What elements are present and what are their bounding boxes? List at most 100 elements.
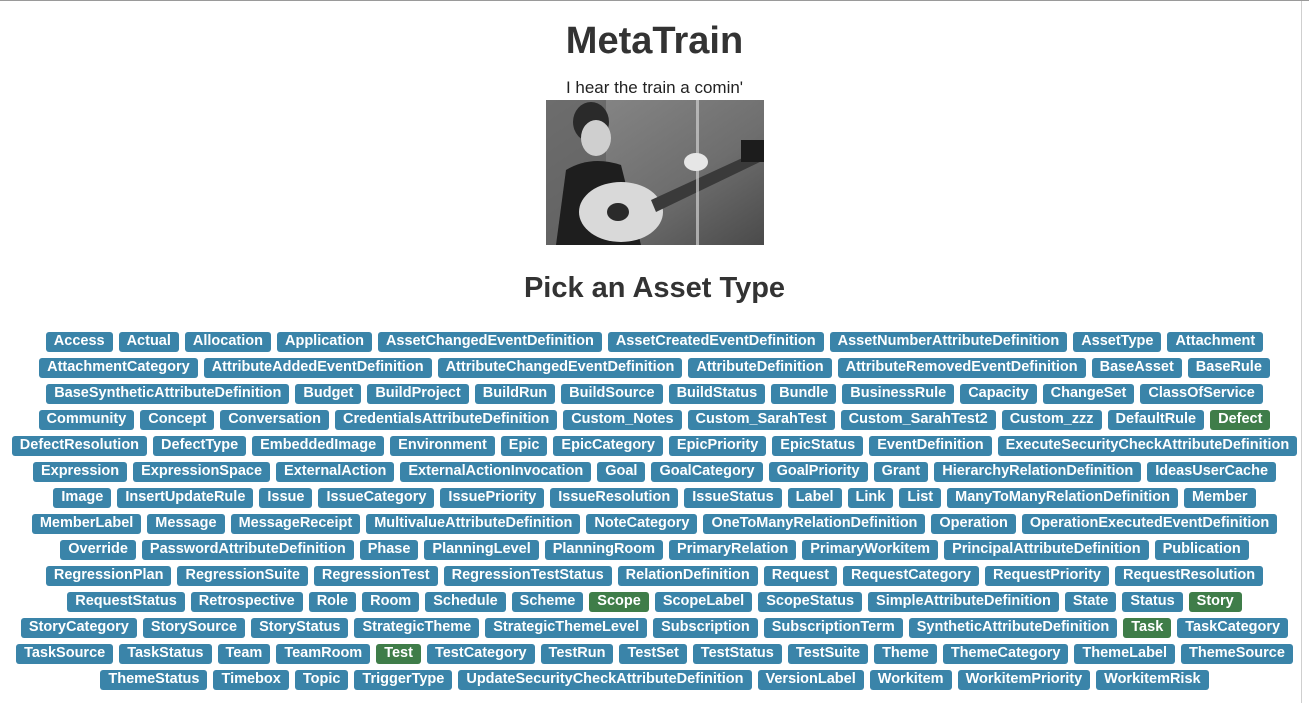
asset-type-badge[interactable]: EpicCategory	[553, 436, 663, 457]
asset-type-badge[interactable]: TaskStatus	[119, 644, 212, 665]
asset-type-badge[interactable]: Custom_Notes	[563, 410, 682, 431]
asset-type-badge[interactable]: HierarchyRelationDefinition	[934, 462, 1142, 483]
asset-type-badge[interactable]: PrincipalAttributeDefinition	[944, 540, 1149, 561]
asset-type-badge[interactable]: Subscription	[653, 618, 758, 639]
asset-type-badge[interactable]: Capacity	[960, 384, 1037, 405]
asset-type-badge[interactable]: GoalPriority	[768, 462, 868, 483]
asset-type-badge[interactable]: MemberLabel	[31, 514, 142, 535]
asset-type-badge[interactable]: Custom_SarahTest	[687, 410, 835, 431]
asset-type-badge[interactable]: ThemeCategory	[942, 644, 1069, 665]
asset-type-badge[interactable]: Concept	[140, 410, 215, 431]
asset-type-badge[interactable]: AssetCreatedEventDefinition	[607, 332, 824, 353]
asset-type-badge[interactable]: InsertUpdateRule	[117, 488, 254, 509]
asset-type-badge[interactable]: Allocation	[184, 332, 271, 353]
asset-type-badge[interactable]: DefectResolution	[11, 436, 148, 457]
asset-type-badge[interactable]: EmbeddedImage	[252, 436, 385, 457]
asset-type-badge[interactable]: Budget	[295, 384, 362, 405]
asset-type-badge[interactable]: ExternalAction	[276, 462, 395, 483]
asset-type-badge[interactable]: ClassOfService	[1140, 384, 1263, 405]
asset-type-badge[interactable]: RegressionTestStatus	[443, 566, 612, 587]
asset-type-badge[interactable]: PasswordAttributeDefinition	[141, 540, 354, 561]
asset-type-badge[interactable]: AttributeDefinition	[688, 358, 832, 379]
asset-type-badge[interactable]: Scheme	[511, 592, 584, 613]
asset-type-badge[interactable]: ThemeSource	[1181, 644, 1293, 665]
asset-type-badge[interactable]: Custom_zzz	[1001, 410, 1102, 431]
asset-type-badge[interactable]: StorySource	[142, 618, 246, 639]
asset-type-badge[interactable]: Status	[1122, 592, 1183, 613]
asset-type-badge[interactable]: PrimaryRelation	[669, 540, 797, 561]
asset-type-badge[interactable]: BusinessRule	[842, 384, 955, 405]
asset-type-badge[interactable]: BuildProject	[367, 384, 469, 405]
asset-type-badge[interactable]: PlanningRoom	[544, 540, 664, 561]
asset-type-badge[interactable]: DefaultRule	[1107, 410, 1205, 431]
asset-type-badge[interactable]: EpicStatus	[772, 436, 864, 457]
asset-type-badge[interactable]: StrategicThemeLevel	[485, 618, 648, 639]
asset-type-badge[interactable]: ScopeLabel	[654, 592, 753, 613]
asset-type-badge[interactable]: RequestPriority	[985, 566, 1109, 587]
asset-type-badge[interactable]: Bundle	[771, 384, 837, 405]
asset-type-badge[interactable]: Issue	[259, 488, 313, 509]
asset-type-badge[interactable]: BaseAsset	[1091, 358, 1182, 379]
asset-type-badge[interactable]: AssetNumberAttributeDefinition	[829, 332, 1068, 353]
asset-type-badge[interactable]: StoryCategory	[20, 618, 137, 639]
asset-type-badge[interactable]: IssueStatus	[684, 488, 782, 509]
asset-type-badge[interactable]: ExternalActionInvocation	[400, 462, 592, 483]
asset-type-badge[interactable]: Topic	[294, 670, 349, 691]
asset-type-badge[interactable]: PrimaryWorkitem	[802, 540, 939, 561]
asset-type-badge[interactable]: EpicPriority	[668, 436, 767, 457]
asset-type-badge[interactable]: IssuePriority	[440, 488, 545, 509]
asset-type-badge[interactable]: Story	[1188, 592, 1242, 613]
asset-type-badge[interactable]: DefectType	[153, 436, 247, 457]
asset-type-badge[interactable]: Label	[787, 488, 842, 509]
asset-type-badge[interactable]: Community	[38, 410, 135, 431]
asset-type-badge[interactable]: OperationExecutedEventDefinition	[1021, 514, 1278, 535]
asset-type-badge[interactable]: Test	[376, 644, 421, 665]
asset-type-badge[interactable]: AttributeRemovedEventDefinition	[837, 358, 1086, 379]
asset-type-badge[interactable]: BuildSource	[561, 384, 663, 405]
asset-type-badge[interactable]: RelationDefinition	[617, 566, 758, 587]
asset-type-badge[interactable]: Image	[53, 488, 112, 509]
asset-type-badge[interactable]: TaskCategory	[1177, 618, 1289, 639]
asset-type-badge[interactable]: Application	[277, 332, 372, 353]
asset-type-badge[interactable]: Task	[1123, 618, 1172, 639]
asset-type-badge[interactable]: IssueResolution	[550, 488, 679, 509]
asset-type-badge[interactable]: Message	[147, 514, 225, 535]
asset-type-badge[interactable]: Member	[1183, 488, 1256, 509]
asset-type-badge[interactable]: IdeasUserCache	[1147, 462, 1277, 483]
asset-type-badge[interactable]: SimpleAttributeDefinition	[868, 592, 1059, 613]
asset-type-badge[interactable]: ExpressionSpace	[133, 462, 271, 483]
asset-type-badge[interactable]: TestRun	[540, 644, 614, 665]
asset-type-badge[interactable]: Operation	[931, 514, 1016, 535]
asset-type-badge[interactable]: NoteCategory	[586, 514, 698, 535]
asset-type-badge[interactable]: Environment	[390, 436, 495, 457]
asset-type-badge[interactable]: BaseSyntheticAttributeDefinition	[46, 384, 290, 405]
asset-type-badge[interactable]: Goal	[597, 462, 646, 483]
vertical-scrollbar[interactable]	[1301, 1, 1309, 703]
asset-type-badge[interactable]: UpdateSecurityCheckAttributeDefinition	[458, 670, 752, 691]
asset-type-badge[interactable]: SubscriptionTerm	[763, 618, 903, 639]
asset-type-badge[interactable]: AttributeAddedEventDefinition	[203, 358, 432, 379]
asset-type-badge[interactable]: Expression	[32, 462, 128, 483]
asset-type-badge[interactable]: TriggerType	[354, 670, 453, 691]
asset-type-badge[interactable]: ChangeSet	[1042, 384, 1135, 405]
asset-type-badge[interactable]: Attachment	[1167, 332, 1264, 353]
asset-type-badge[interactable]: TestCategory	[426, 644, 535, 665]
asset-type-badge[interactable]: ManyToManyRelationDefinition	[947, 488, 1178, 509]
asset-type-badge[interactable]: Request	[763, 566, 837, 587]
asset-type-badge[interactable]: AssetType	[1073, 332, 1162, 353]
asset-type-badge[interactable]: IssueCategory	[318, 488, 435, 509]
asset-type-badge[interactable]: AttachmentCategory	[39, 358, 198, 379]
asset-type-badge[interactable]: RequestResolution	[1114, 566, 1264, 587]
asset-type-badge[interactable]: TestSuite	[787, 644, 869, 665]
asset-type-badge[interactable]: ScopeStatus	[758, 592, 863, 613]
asset-type-badge[interactable]: Workitem	[869, 670, 952, 691]
asset-type-badge[interactable]: AttributeChangedEventDefinition	[437, 358, 683, 379]
asset-type-badge[interactable]: Timebox	[213, 670, 289, 691]
asset-type-badge[interactable]: Grant	[873, 462, 929, 483]
asset-type-badge[interactable]: EventDefinition	[869, 436, 992, 457]
asset-type-badge[interactable]: MultivalueAttributeDefinition	[366, 514, 581, 535]
asset-type-badge[interactable]: Publication	[1154, 540, 1249, 561]
asset-type-badge[interactable]: TestStatus	[692, 644, 782, 665]
asset-type-badge[interactable]: RegressionSuite	[177, 566, 308, 587]
asset-type-badge[interactable]: Schedule	[425, 592, 506, 613]
